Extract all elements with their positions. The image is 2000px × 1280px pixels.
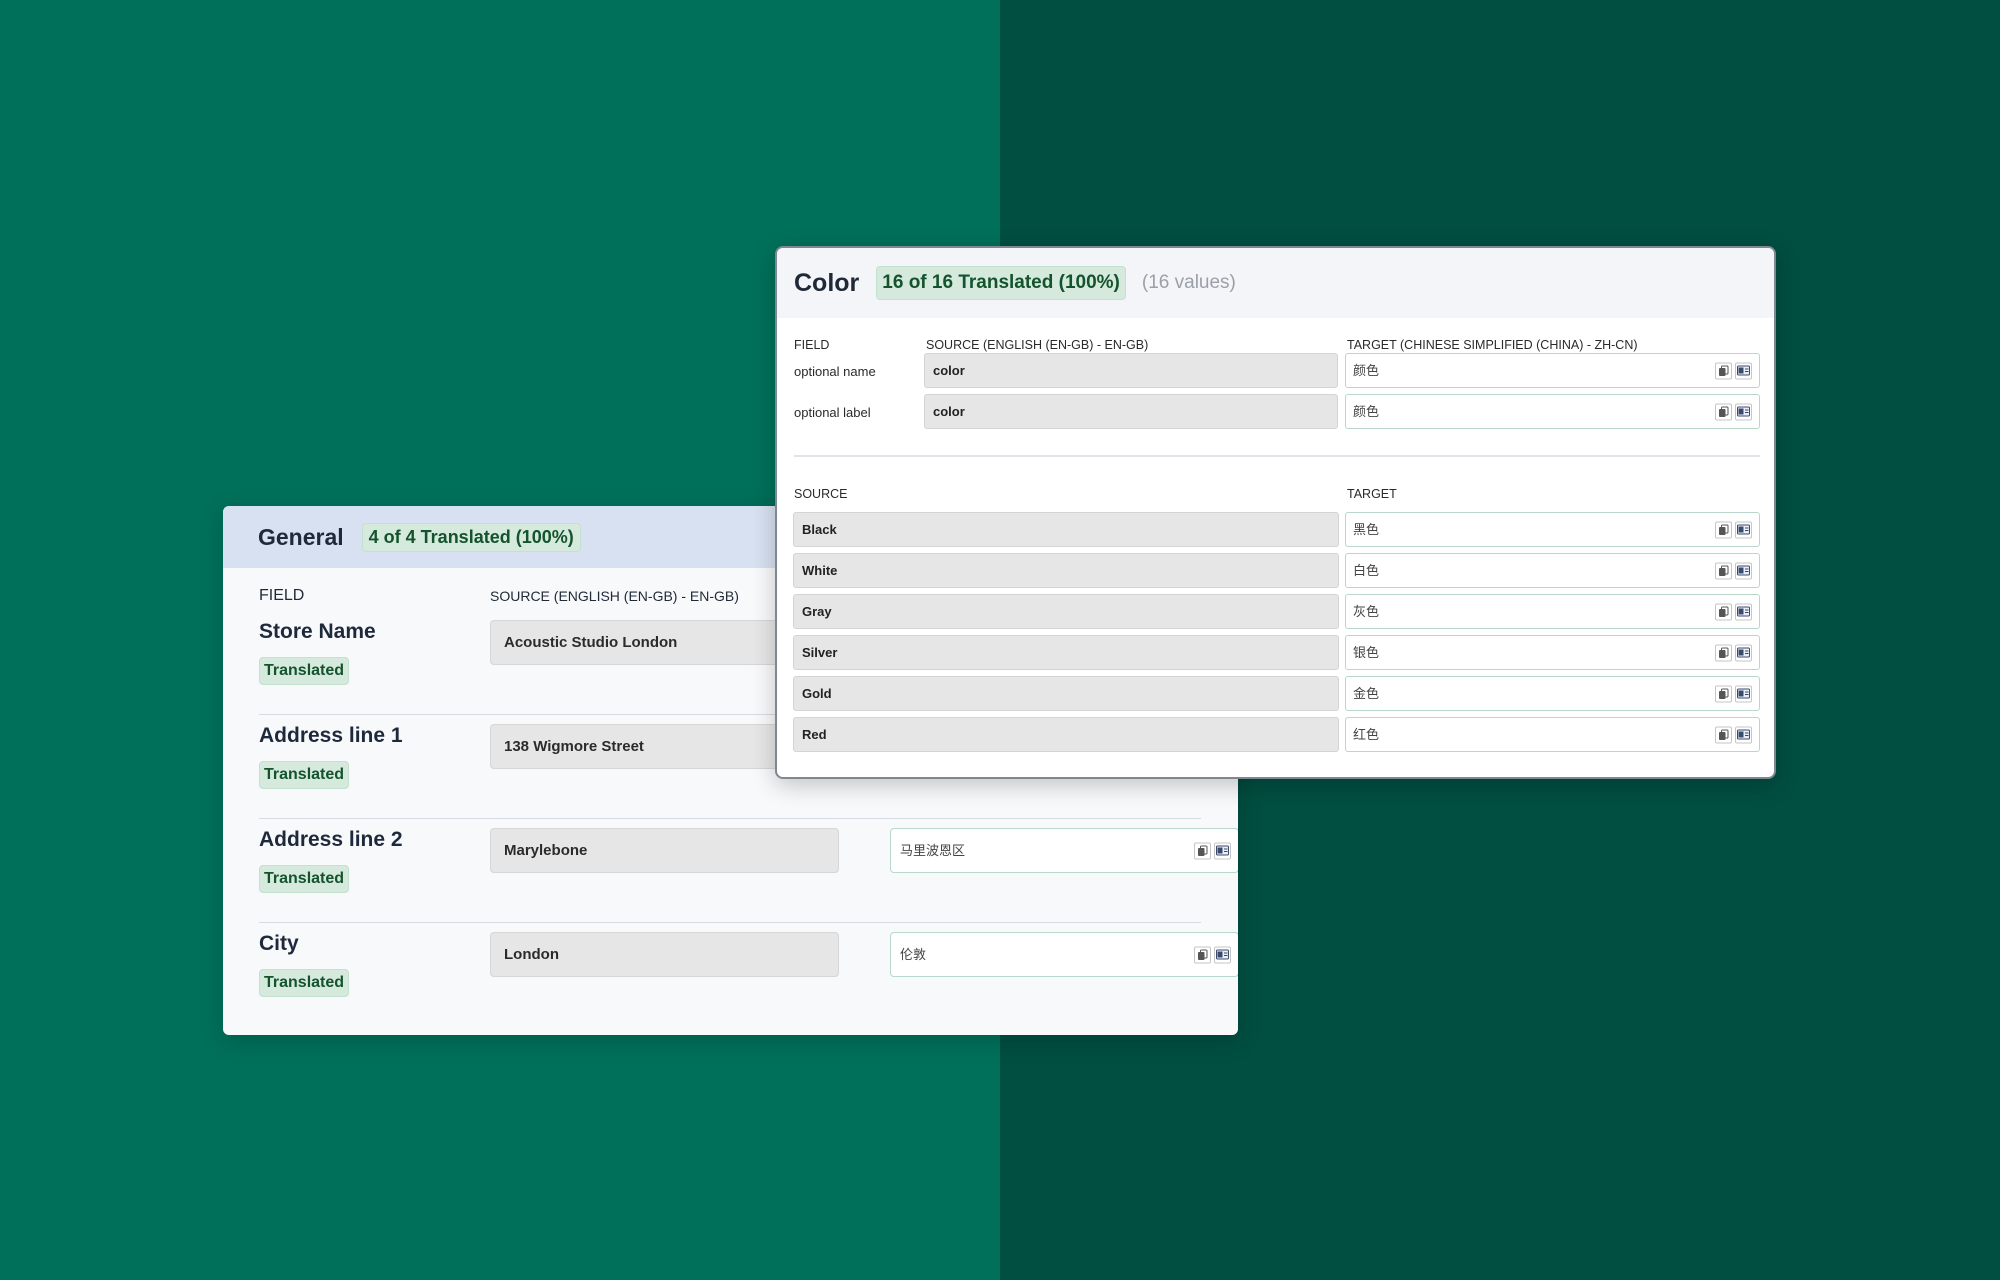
target-text: 白色 — [1353, 563, 1380, 578]
general-field-row: Address line 2 Translated Marylebone 马里波恩区 — [259, 828, 1238, 898]
copy-icon[interactable] — [1715, 562, 1732, 579]
color-field-source: color — [924, 394, 1338, 429]
copy-icon[interactable] — [1194, 842, 1211, 859]
color-value-count: (16 values) — [1141, 272, 1236, 293]
target-text: 金色 — [1353, 686, 1380, 701]
copy-icon[interactable] — [1715, 603, 1732, 620]
color-header: Color 16 of 16 Translated (100%) (16 val… — [777, 248, 1774, 318]
translate-icon[interactable] — [1735, 403, 1752, 420]
value-target-input[interactable]: 银色 — [1345, 635, 1760, 670]
values-target-header: TARGET — [1347, 487, 1397, 501]
field-label: Address line 1 — [259, 724, 403, 747]
field-actions — [1715, 685, 1752, 702]
general-field-row: City Translated London 伦敦 — [259, 932, 1238, 1002]
value-source: Silver — [793, 635, 1339, 670]
translate-icon[interactable] — [1214, 946, 1231, 963]
value-source: Black — [793, 512, 1339, 547]
color-field-target-input[interactable]: 颜色 — [1345, 394, 1760, 429]
field-actions — [1715, 403, 1752, 420]
field-label: City — [259, 932, 299, 955]
value-source: Red — [793, 717, 1339, 752]
value-target-input[interactable]: 白色 — [1345, 553, 1760, 588]
field-label: Address line 2 — [259, 828, 403, 851]
row-divider — [259, 818, 1201, 819]
target-text-input[interactable]: 伦敦 — [890, 932, 1238, 977]
target-text: 红色 — [1353, 727, 1380, 742]
translate-icon[interactable] — [1735, 644, 1752, 661]
copy-icon[interactable] — [1194, 946, 1211, 963]
copy-icon[interactable] — [1715, 521, 1732, 538]
translate-icon[interactable] — [1735, 603, 1752, 620]
translate-icon[interactable] — [1735, 521, 1752, 538]
target-text: 黑色 — [1353, 522, 1380, 537]
translated-status-badge: Translated — [259, 865, 350, 893]
translated-status-badge: Translated — [259, 657, 350, 685]
field-actions — [1715, 644, 1752, 661]
color-field-label: optional label — [794, 405, 871, 420]
general-title: General — [258, 523, 344, 550]
color-title: Color — [794, 268, 860, 297]
field-actions — [1194, 842, 1231, 859]
source-text-field: Marylebone — [490, 828, 839, 873]
value-target-input[interactable]: 灰色 — [1345, 594, 1760, 629]
translated-status-badge: Translated — [259, 761, 350, 789]
translate-icon[interactable] — [1735, 685, 1752, 702]
field-actions — [1194, 946, 1231, 963]
general-source-header: SOURCE (ENGLISH (EN-GB) - EN-GB) — [490, 588, 739, 604]
field-actions — [1715, 521, 1752, 538]
field-actions — [1715, 726, 1752, 743]
values-source-header: SOURCE — [794, 487, 848, 501]
field-actions — [1715, 362, 1752, 379]
target-text: 银色 — [1353, 645, 1380, 660]
color-target-header: TARGET (CHINESE SIMPLIFIED (CHINA) - ZH-… — [1347, 338, 1638, 352]
target-text: 伦敦 — [900, 947, 927, 962]
general-progress-badge: 4 of 4 Translated (100%) — [361, 522, 581, 552]
color-field-target-input[interactable]: 颜色 — [1345, 353, 1760, 388]
target-text: 颜色 — [1353, 363, 1380, 378]
target-text: 灰色 — [1353, 604, 1380, 619]
copy-icon[interactable] — [1715, 403, 1732, 420]
translate-icon[interactable] — [1735, 562, 1752, 579]
value-target-input[interactable]: 金色 — [1345, 676, 1760, 711]
target-text: 马里波恩区 — [900, 843, 966, 858]
field-label: Store Name — [259, 620, 376, 643]
value-source: White — [793, 553, 1339, 588]
color-section-divider — [794, 455, 1760, 457]
color-panel: Color 16 of 16 Translated (100%) (16 val… — [775, 246, 1776, 779]
translated-status-badge: Translated — [259, 969, 350, 997]
copy-icon[interactable] — [1715, 362, 1732, 379]
field-actions — [1715, 603, 1752, 620]
value-target-input[interactable]: 黑色 — [1345, 512, 1760, 547]
copy-icon[interactable] — [1715, 685, 1732, 702]
field-actions — [1715, 562, 1752, 579]
color-field-header: FIELD — [794, 338, 830, 352]
target-text: 颜色 — [1353, 404, 1380, 419]
value-source: Gold — [793, 676, 1339, 711]
target-text-input[interactable]: 马里波恩区 — [890, 828, 1238, 873]
copy-icon[interactable] — [1715, 644, 1732, 661]
row-divider — [259, 922, 1201, 923]
copy-icon[interactable] — [1715, 726, 1732, 743]
source-text-field: London — [490, 932, 839, 977]
general-field-header: FIELD — [259, 587, 305, 604]
value-source: Gray — [793, 594, 1339, 629]
value-target-input[interactable]: 红色 — [1345, 717, 1760, 752]
color-source-header: SOURCE (ENGLISH (EN-GB) - EN-GB) — [926, 338, 1149, 352]
translate-icon[interactable] — [1735, 362, 1752, 379]
color-field-label: optional name — [794, 364, 876, 379]
translate-icon[interactable] — [1214, 842, 1231, 859]
translate-icon[interactable] — [1735, 726, 1752, 743]
color-progress-badge: 16 of 16 Translated (100%) — [876, 266, 1126, 300]
color-field-source: color — [924, 353, 1338, 388]
